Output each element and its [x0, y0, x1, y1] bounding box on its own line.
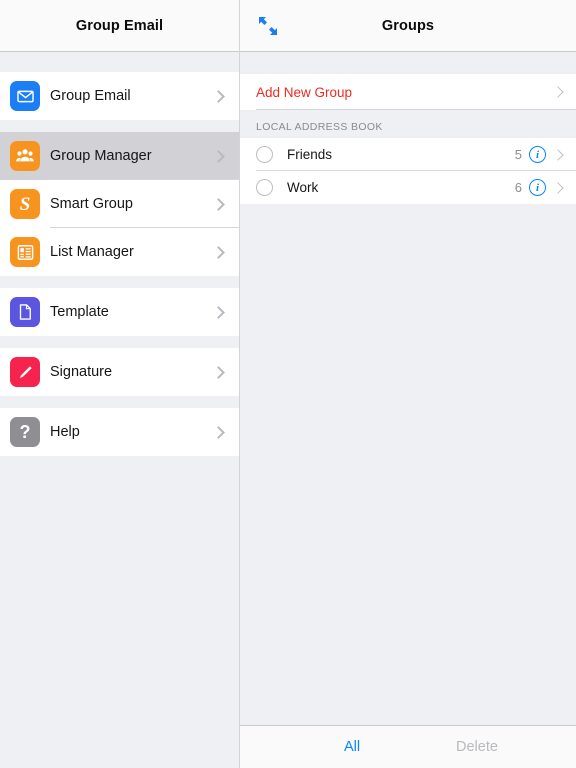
sidebar-item-label: Template	[50, 304, 109, 320]
sidebar-section: Group Email	[0, 72, 239, 120]
info-icon[interactable]: i	[529, 179, 546, 196]
chevron-right-icon	[212, 425, 225, 439]
sidebar-section: ? Help	[0, 408, 239, 456]
chevron-right-icon	[212, 197, 225, 211]
add-new-group-label: Add New Group	[256, 84, 353, 100]
sidebar-section: Template	[0, 288, 239, 336]
groups-list: Add New Group LOCAL ADDRESS BOOK Friends…	[240, 52, 576, 725]
pen-icon	[10, 357, 40, 387]
group-row[interactable]: Work 6 i	[240, 171, 576, 204]
detail-navbar: Groups	[240, 0, 576, 52]
sidebar-group-spacer	[0, 120, 239, 132]
detail-title: Groups	[381, 17, 435, 34]
chevron-right-icon	[552, 148, 564, 161]
sidebar-item-template[interactable]: Template	[0, 288, 239, 336]
bottom-toolbar: All Delete	[240, 725, 576, 768]
document-icon	[10, 297, 40, 327]
sidebar-item-smart-group[interactable]: S Smart Group	[0, 180, 239, 228]
chevron-right-icon	[212, 365, 225, 379]
all-button[interactable]: All	[344, 739, 360, 755]
app-root: Group Email Group Email Group Manager S Sma…	[0, 0, 576, 768]
delete-button[interactable]: Delete	[456, 739, 498, 755]
sidebar-group-spacer	[0, 336, 239, 348]
group-name: Work	[287, 180, 319, 195]
sidebar-item-label: Group Email	[50, 88, 131, 104]
sidebar-item-label: Signature	[50, 364, 113, 380]
chevron-right-icon	[552, 86, 564, 98]
sidebar-item-list-manager[interactable]: List Manager	[0, 228, 239, 276]
chevron-right-icon	[212, 89, 225, 103]
group-contact-count: 6	[514, 180, 522, 195]
group-checkbox[interactable]	[256, 179, 273, 196]
chevron-right-icon	[212, 245, 225, 259]
group-contact-count: 5	[514, 147, 522, 162]
smart-s-icon: S	[10, 189, 40, 219]
sidebar-item-help[interactable]: ? Help	[0, 408, 239, 456]
info-icon[interactable]: i	[529, 146, 546, 163]
mail-icon	[10, 81, 40, 111]
sidebar-section: Signature	[0, 348, 239, 396]
sidebar-navbar: Group Email	[0, 0, 239, 52]
chevron-right-icon	[212, 305, 225, 319]
sidebar-item-signature[interactable]: Signature	[0, 348, 239, 396]
sidebar-title: Group Email	[75, 17, 164, 34]
group-name: Friends	[287, 147, 333, 162]
sidebar-item-label: List Manager	[50, 244, 134, 260]
group-checkbox[interactable]	[256, 146, 273, 163]
chevron-right-icon	[212, 149, 225, 163]
section-header-local-address-book: LOCAL ADDRESS BOOK	[240, 110, 576, 138]
detail-panel: Groups Add New Group LOCAL ADDRESS BOOK …	[240, 0, 576, 768]
list-icon	[10, 237, 40, 267]
sidebar-item-group-manager[interactable]: Group Manager	[0, 132, 239, 180]
add-new-group-row[interactable]: Add New Group	[240, 74, 576, 110]
group-row[interactable]: Friends 5 i	[240, 138, 576, 171]
chevron-right-icon	[552, 181, 564, 194]
sidebar-group-spacer	[0, 52, 239, 72]
sidebar-group-spacer	[0, 396, 239, 408]
group-rows-container: Friends 5 i Work 6 i	[240, 138, 576, 204]
question-mark-icon: ?	[10, 417, 40, 447]
sidebar-section: Group Manager S Smart Group List Manager	[0, 132, 239, 276]
sidebar-panel: Group Email Group Email Group Manager S Sma…	[0, 0, 240, 768]
row-divider	[256, 109, 576, 110]
sidebar-list: Group Email Group Manager S Smart Group List…	[0, 52, 239, 768]
sidebar-item-label: Group Manager	[50, 148, 152, 164]
sidebar-item-label: Smart Group	[50, 196, 133, 212]
sidebar-group-spacer	[0, 276, 239, 288]
top-spacer	[240, 52, 576, 74]
sidebar-item-label: Help	[50, 424, 80, 440]
collapse-arrows-icon[interactable]	[256, 14, 280, 38]
sidebar-item-group-email[interactable]: Group Email	[0, 72, 239, 120]
people-icon	[10, 141, 40, 171]
